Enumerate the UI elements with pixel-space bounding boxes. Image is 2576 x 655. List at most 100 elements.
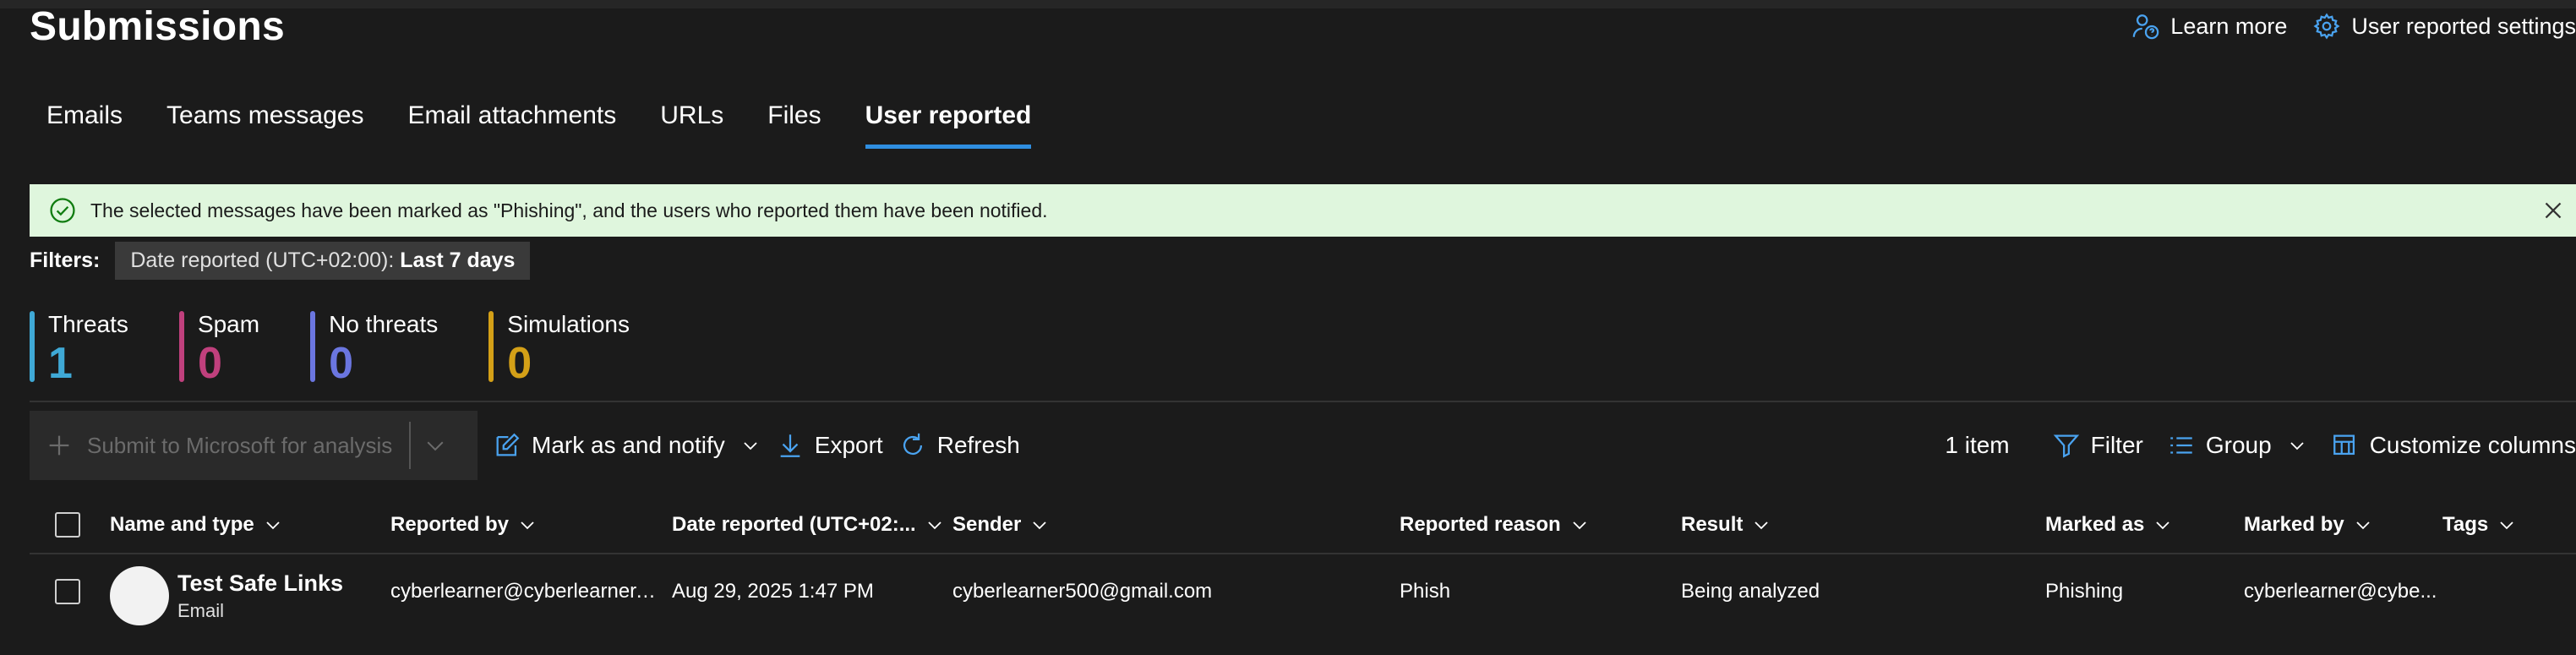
stat-label: Spam [197,311,260,337]
chevron-down-icon [266,521,280,530]
split-divider [409,422,412,469]
date-filter-chip[interactable]: Date reported (UTC+02:00): Last 7 days [115,242,531,280]
chevron-down-icon[interactable] [423,433,448,458]
column-header-result[interactable]: Result [1681,495,1771,554]
stat-spam[interactable]: Spam 0 [178,311,260,388]
close-icon[interactable] [2539,196,2568,225]
filters-bar: Filters: Date reported (UTC+02:00): Last… [30,242,531,280]
stat-no-threats[interactable]: No threats 0 [310,311,438,385]
top-links: Learn more User reported settings [2131,12,2576,41]
item-count: 1 item [1945,432,2010,458]
select-all-checkbox-cell [55,495,80,554]
chevron-down-icon [2500,521,2513,530]
user-reported-settings-link[interactable]: User reported settings [2312,12,2576,41]
filter-label: Filter [2090,432,2143,458]
export-button[interactable]: Export [776,431,883,460]
filter-chip-value: Last 7 days [400,248,516,272]
stat-value: 0 [197,339,222,388]
tab-files[interactable]: Files [767,101,821,149]
person-help-icon [2132,14,2159,40]
refresh-button[interactable]: Refresh [898,431,1020,460]
page-title: Submissions [30,4,286,49]
date-value: Aug 29, 2025 1:47 PM [672,580,874,603]
tab-bar: Emails Teams messages Email attachments … [46,101,1031,149]
mark-as-and-notify-button[interactable]: Mark as and notify [493,431,761,460]
chevron-down-icon [521,521,534,530]
column-header-name[interactable]: Name and type [110,495,283,554]
command-bar-right: 1 item Filter Group Customize columns [1945,431,2576,460]
reason-value: Phish [1400,580,1451,603]
table-row[interactable]: Test Safe Links Email cyberlearner@cyber… [30,558,2576,655]
filter-button[interactable]: Filter [2052,431,2143,460]
chevron-down-icon [928,521,941,530]
stat-bar [30,311,35,382]
chevron-down-icon [1755,521,1768,530]
chevron-down-icon [1033,521,1047,530]
submit-to-microsoft-button[interactable]: Submit to Microsoft for analysis [30,411,478,480]
column-label: Result [1681,513,1744,536]
chevron-down-icon [1573,521,1586,530]
select-all-checkbox[interactable] [55,512,80,538]
command-bar: Submit to Microsoft for analysis Mark as… [30,411,2576,480]
chevron-down-icon [2290,442,2304,450]
column-header-marked-by[interactable]: Marked by [2244,495,2373,554]
divider [30,401,2576,402]
column-label: Reported by [390,513,510,536]
tab-email-attachments[interactable]: Email attachments [407,101,616,149]
column-header-date-reported[interactable]: Date reported (UTC+02:... [672,495,945,554]
avatar [110,566,169,625]
column-label: Marked as [2045,513,2145,536]
settings-label: User reported settings [2351,13,2576,39]
group-button[interactable]: Group [2167,431,2307,460]
column-label: Sender [952,513,1022,536]
sender-cell: cyberlearner500@gmail.com [952,558,1212,625]
refresh-label: Refresh [936,432,1020,458]
stat-bar [178,311,184,382]
tab-urls[interactable]: URLs [660,101,723,149]
refresh-icon [903,433,922,456]
column-header-sender[interactable]: Sender [952,495,1050,554]
customize-label: Customize columns [2369,432,2576,458]
learn-more-label: Learn more [2170,13,2288,39]
name-cell[interactable]: Test Safe Links Email [110,558,343,634]
reported-by-value: cyberlearner@cyberlearner.o... [390,580,661,603]
chevron-down-icon [2156,521,2170,530]
tab-emails[interactable]: Emails [46,101,123,149]
marked-as-cell: Phishing [2045,558,2123,625]
success-banner: The selected messages have been marked a… [30,184,2576,237]
stat-value: 0 [507,339,532,388]
check-circle-icon [50,198,75,223]
chevron-down-icon [2356,521,2370,530]
banner-message: The selected messages have been marked a… [90,199,1048,221]
stat-simulations[interactable]: Simulations 0 [488,311,630,385]
list-icon [2170,437,2192,454]
submission-name[interactable]: Test Safe Links [177,570,343,597]
tab-user-reported[interactable]: User reported [865,101,1031,149]
export-label: Export [814,432,883,458]
group-label: Group [2205,432,2272,458]
column-label: Reported reason [1400,513,1561,536]
columns-icon [2333,434,2355,456]
marked-by-cell: cyberlearner@cybe... [2244,558,2438,625]
column-header-reported-by[interactable]: Reported by [390,495,538,554]
chevron-down-icon [744,442,757,450]
learn-more-link[interactable]: Learn more [2131,12,2287,41]
column-header-reported-reason[interactable]: Reported reason [1400,495,1590,554]
tab-teams-messages[interactable]: Teams messages [166,101,363,149]
summary-stats: Threats 1 Spam 0 No threats 0 Simulation… [30,311,630,385]
column-label: Name and type [110,513,254,536]
filters-label: Filters: [30,248,101,272]
result-cell: Being analyzed [1681,558,1820,625]
customize-columns-button[interactable]: Customize columns [2331,431,2576,460]
stat-threats[interactable]: Threats 1 [30,311,128,385]
stat-label: No threats [329,311,439,337]
filter-chip-key: Date reported (UTC+02:00): [130,248,395,272]
mark-notify-label: Mark as and notify [532,432,725,458]
top-strip [0,0,2576,8]
stat-label: Threats [48,311,128,337]
stat-label: Simulations [507,311,630,337]
row-checkbox[interactable] [55,579,80,604]
column-header-marked-as[interactable]: Marked as [2045,495,2173,554]
column-header-tags[interactable]: Tags [2442,495,2517,554]
edit-icon [496,433,520,456]
